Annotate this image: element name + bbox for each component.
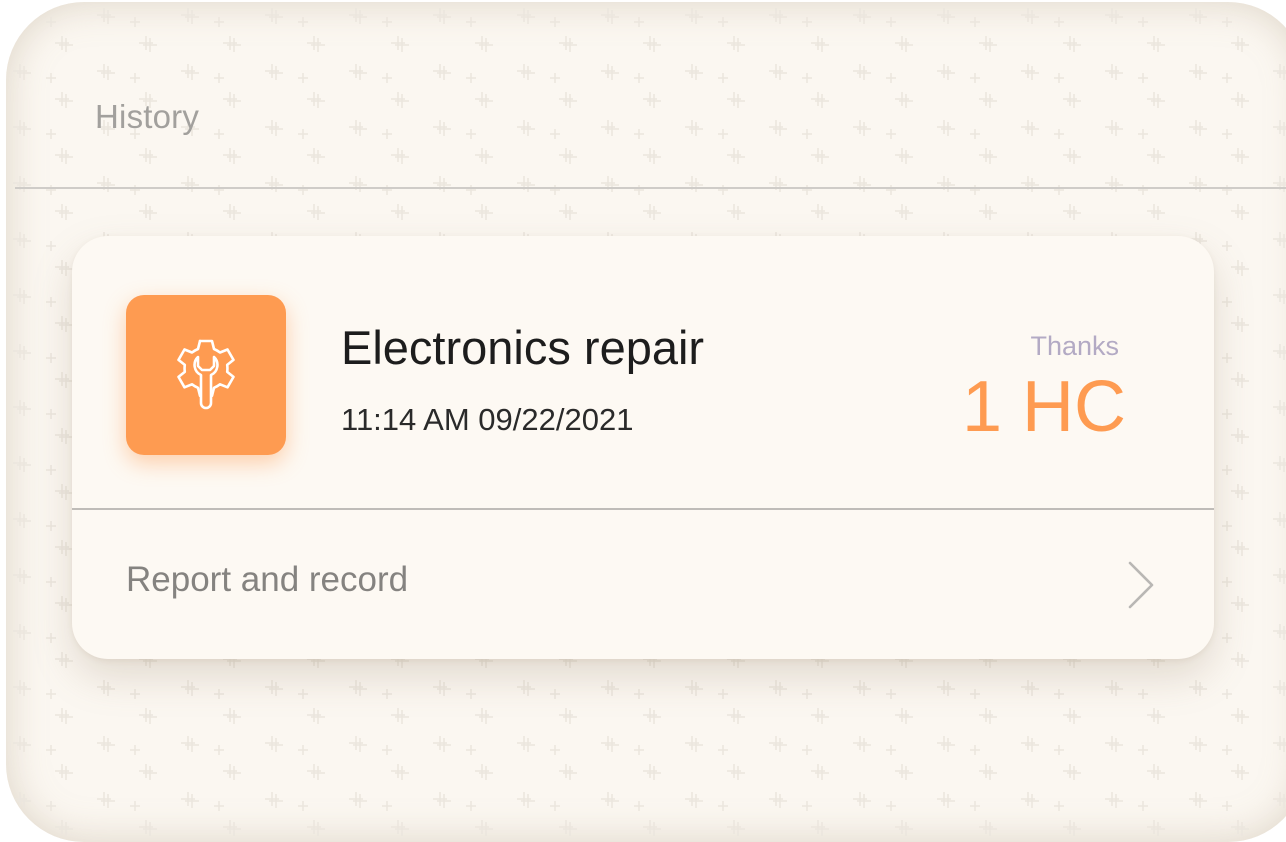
header-divider [15, 187, 1286, 189]
report-and-record-label: Report and record [126, 560, 409, 599]
chevron-right-icon[interactable] [1126, 560, 1156, 610]
reward-label: Thanks [1030, 331, 1119, 361]
service-name: Electronics repair [341, 321, 705, 374]
reward-amount: 1 HC [961, 367, 1126, 447]
app-window: History Electronics repair 11:14 AM 09/2… [6, 2, 1286, 842]
report-and-record-row[interactable]: Report and record [72, 510, 1214, 659]
service-icon-tile [126, 295, 286, 455]
service-timestamp: 11:14 AM 09/22/2021 [341, 402, 634, 437]
history-card[interactable]: Electronics repair 11:14 AM 09/22/2021 T… [72, 236, 1214, 659]
gear-wrench-icon [177, 339, 235, 410]
page-title: History [95, 98, 200, 135]
